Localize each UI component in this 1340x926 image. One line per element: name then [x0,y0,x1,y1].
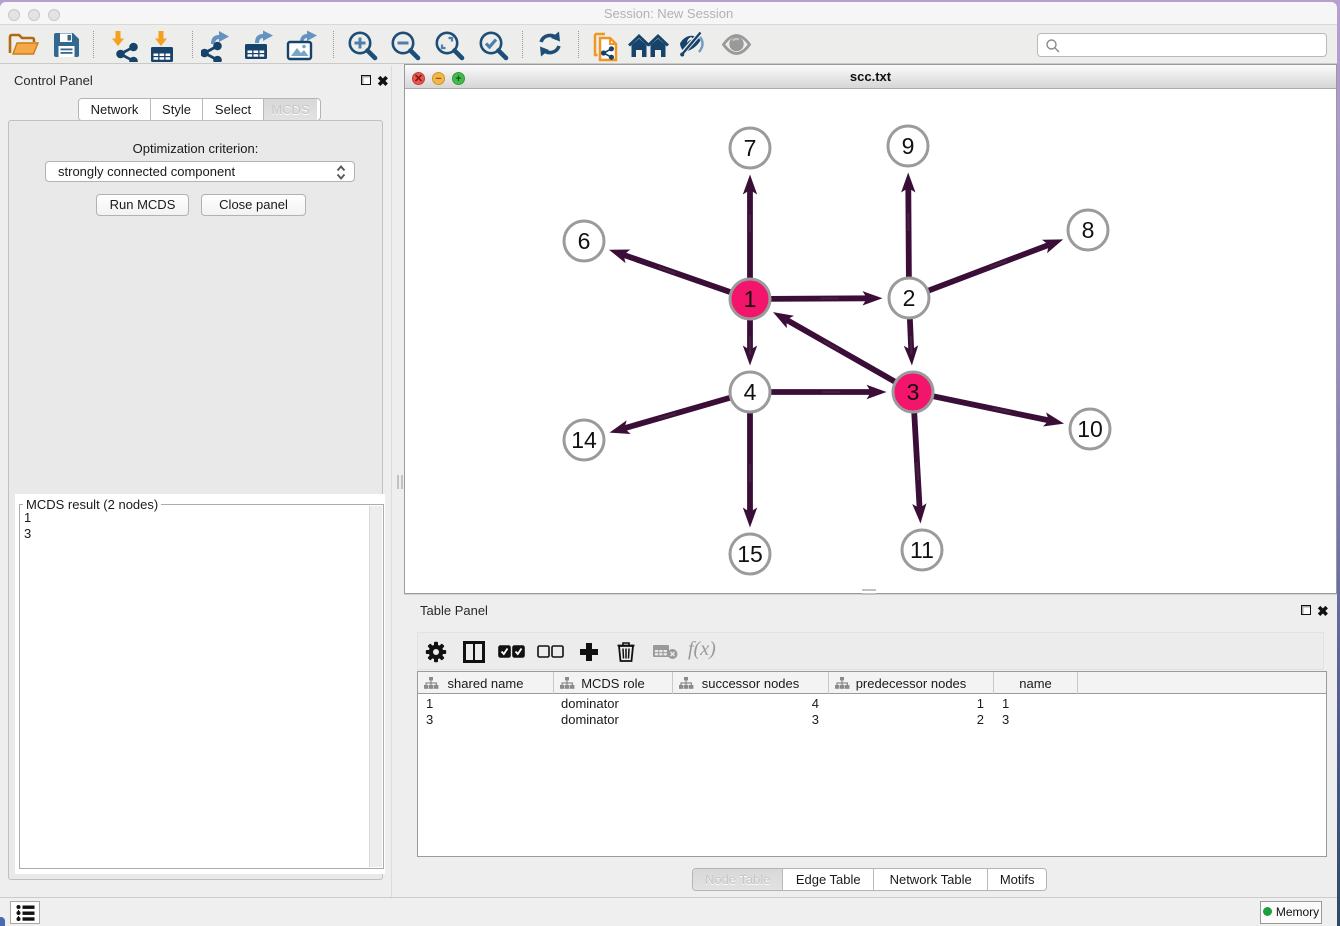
svg-text:6: 6 [578,228,591,254]
svg-text:2: 2 [903,285,916,311]
svg-text:4: 4 [744,379,757,405]
svg-text:3: 3 [907,379,920,405]
svg-text:9: 9 [902,133,915,159]
svg-text:14: 14 [571,427,597,453]
svg-text:8: 8 [1082,217,1095,243]
svg-text:10: 10 [1077,416,1103,442]
svg-text:15: 15 [737,541,763,567]
svg-text:11: 11 [910,537,934,563]
svg-text:1: 1 [744,286,757,312]
svg-text:7: 7 [744,135,757,161]
